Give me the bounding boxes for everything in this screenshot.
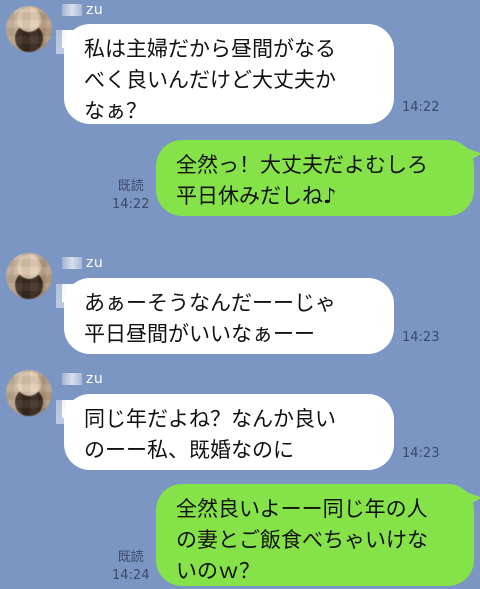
name-mosaic: [62, 4, 82, 16]
avatar[interactable]: [6, 253, 52, 299]
message-bubble-incoming[interactable]: 私は主婦だから昼間がなる べく良いんだけど大丈夫か なぁ？: [64, 24, 394, 124]
message-bubble-incoming[interactable]: 同じ年だよね？なんか良い のーー私、既婚なのに: [64, 394, 394, 470]
sender-name: zu: [62, 371, 103, 387]
message-time: 14:22: [402, 100, 440, 115]
message-time: 14:23: [402, 446, 440, 461]
name-mosaic: [62, 373, 82, 385]
sender-name: zu: [62, 2, 103, 18]
name-mosaic: [62, 257, 82, 269]
sender-name: zu: [62, 255, 103, 271]
message-bubble-incoming[interactable]: あぁーそうなんだーーじゃ 平日昼間がいいなぁーー: [64, 278, 394, 354]
read-receipt: 既読 14:22: [112, 179, 150, 212]
message-bubble-outgoing[interactable]: 全然良いよーー同じ年の人 の妻とご飯食べちゃいけな いのｗ？: [156, 484, 474, 586]
message-bubble-outgoing[interactable]: 全然っ！大丈夫だよむしろ 平日休みだしね♪: [156, 140, 474, 216]
read-receipt: 既読 14:24: [112, 550, 150, 583]
message-time: 14:23: [402, 330, 440, 345]
avatar[interactable]: [6, 370, 52, 416]
avatar[interactable]: [6, 6, 52, 52]
